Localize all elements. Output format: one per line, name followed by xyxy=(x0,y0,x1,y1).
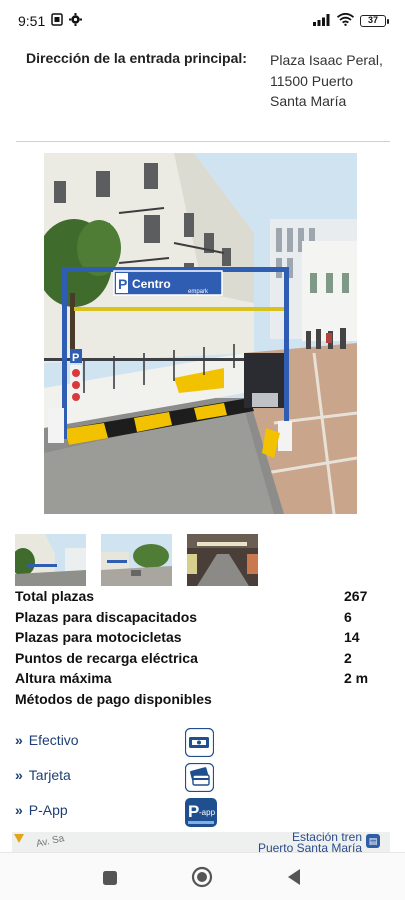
svg-text:P: P xyxy=(72,352,79,364)
stat-charging-points: Puntos de recarga eléctrica 2 xyxy=(15,649,352,666)
payment-p-app-link[interactable]: » P-App xyxy=(15,802,68,818)
status-left: 9:51 xyxy=(18,13,83,29)
parking-stats: Total plazas 267 Plazas para discapacita… xyxy=(15,586,390,709)
payment-cash: » Efectivo xyxy=(15,727,390,760)
svg-text:-app: -app xyxy=(199,808,216,817)
thumbnail-street-entrance[interactable] xyxy=(15,534,86,586)
address-value: Plaza Isaac Peral, 11500 Puerto Santa Ma… xyxy=(270,52,383,110)
parking-entrance-photo[interactable]: P Centro empark P xyxy=(44,153,357,514)
payment-card: » Tarjeta xyxy=(15,762,390,795)
stat-max-height: Altura máxima 2 m xyxy=(15,670,369,686)
svg-text:Centro: Centro xyxy=(132,277,171,291)
signal-bars-icon xyxy=(313,13,331,29)
cash-icon xyxy=(184,727,215,758)
stat-payment-methods-heading: Métodos de pago disponibles xyxy=(15,690,212,707)
payment-cash-link[interactable]: » Efectivo xyxy=(15,732,79,748)
map-street-label: Av. Sa xyxy=(35,833,66,850)
address-label: Dirección de la entrada principal: xyxy=(26,50,247,66)
battery-icon: 37 xyxy=(360,15,389,27)
clock: 9:51 xyxy=(18,13,46,29)
map-station-label: Estación tren Puerto Santa María xyxy=(257,832,362,852)
entrance-address: Dirección de la entrada principal: Plaza… xyxy=(0,46,405,142)
settings-gear-icon xyxy=(69,13,83,29)
wifi-icon xyxy=(336,12,355,29)
svg-text:P: P xyxy=(118,276,127,292)
map-preview[interactable]: Av. Sa Estación tren Puerto Santa María … xyxy=(12,832,390,852)
svg-text:empark: empark xyxy=(188,289,209,295)
payment-p-app: » P-App P -app xyxy=(15,798,390,830)
sim-card-icon xyxy=(51,13,63,29)
recents-button[interactable] xyxy=(96,863,124,891)
section-divider xyxy=(16,141,390,142)
thumbnail-plaza-view[interactable] xyxy=(101,534,172,586)
status-bar: 9:51 37 xyxy=(0,0,405,42)
map-pin-icon xyxy=(14,834,24,843)
stat-motorcycle-spaces: Plazas para motocicletas 14 xyxy=(15,629,360,645)
status-right: 37 xyxy=(313,12,389,29)
svg-text:P: P xyxy=(188,802,199,821)
back-button[interactable] xyxy=(280,863,308,891)
home-button[interactable] xyxy=(188,863,216,891)
battery-level: 37 xyxy=(360,15,386,27)
train-icon: ▤ xyxy=(366,834,380,848)
stat-disabled-spaces: Plazas para discapacitados 6 xyxy=(15,608,352,625)
stat-total-spaces: Total plazas 267 xyxy=(15,588,368,604)
card-icon xyxy=(184,762,215,793)
thumbnail-interior[interactable] xyxy=(187,534,258,586)
p-app-icon: P -app xyxy=(185,798,217,827)
system-navigation-bar xyxy=(0,852,405,900)
payment-card-link[interactable]: » Tarjeta xyxy=(15,767,71,783)
